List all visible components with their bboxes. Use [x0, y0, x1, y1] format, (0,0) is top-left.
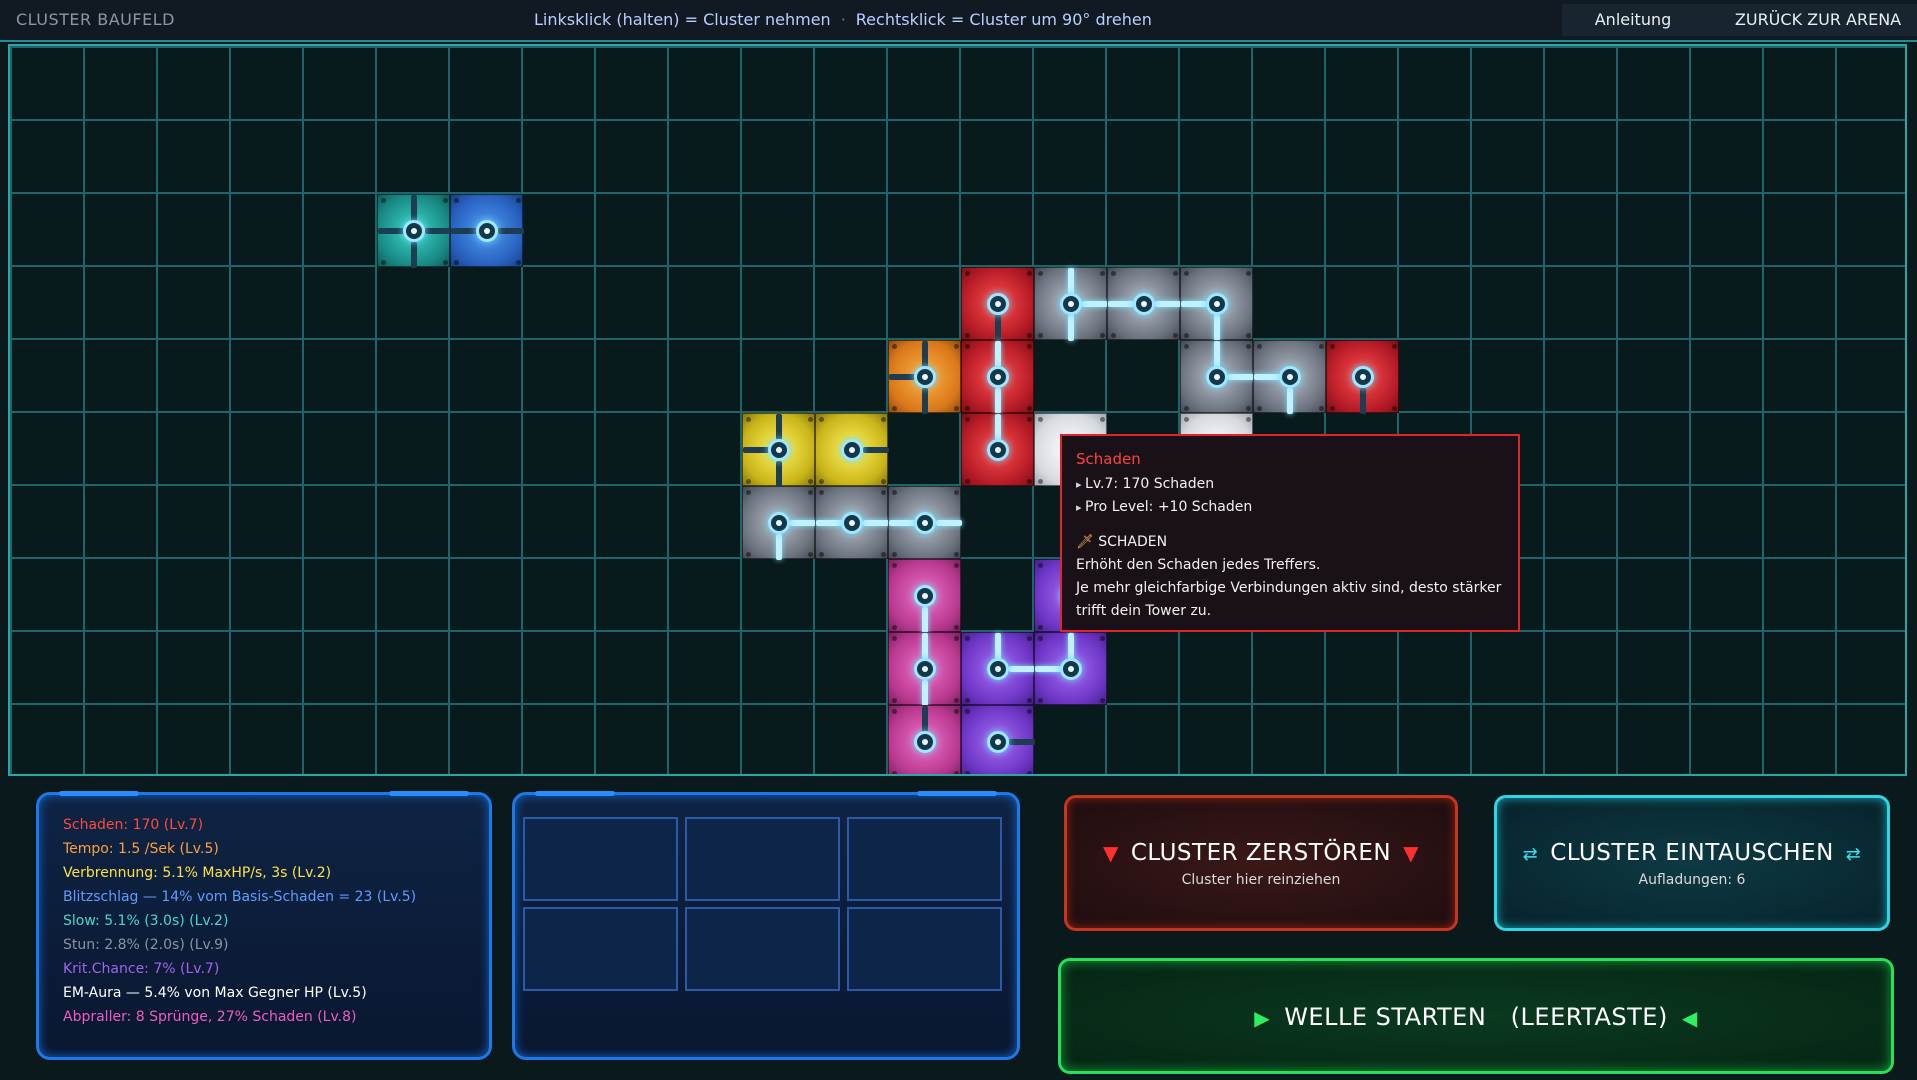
tower-stats-panel: Schaden: 170 (Lv.7) Tempo: 1.5 /Sek (Lv.…: [36, 791, 492, 1060]
socket-node-icon: [841, 439, 863, 461]
stat-crit: Krit.Chance: 7% (Lv.7): [63, 961, 220, 977]
start-key-hint: (LEERTASTE): [1510, 1003, 1668, 1031]
tooltip-desc-1: Erhöht den Schaden jedes Treffers.: [1076, 557, 1321, 573]
top-bar: CLUSTER BAUFELD Linksklick (halten) = Cl…: [0, 0, 1917, 42]
inventory-slot[interactable]: [847, 907, 1002, 991]
socket-node-icon: [1352, 366, 1374, 388]
stat-lightning: Blitzschlag — 14% vom Basis-Schaden = 23…: [63, 889, 417, 905]
socket-node-icon: [768, 512, 790, 534]
socket-node-icon: [987, 366, 1009, 388]
red-gem-tile[interactable]: [961, 413, 1034, 486]
tooltip-level-line: Lv.7: 170 Schaden: [1076, 473, 1504, 496]
stat-damage: Schaden: 170 (Lv.7): [63, 817, 204, 833]
cluster-inventory-panel: [512, 791, 1020, 1060]
socket-node-icon: [914, 658, 936, 680]
socket-node-icon: [914, 731, 936, 753]
guide-button[interactable]: Anleitung: [1562, 4, 1704, 36]
swap-label: CLUSTER EINTAUSCHEN: [1550, 840, 1834, 866]
stat-em-aura: EM-Aura — 5.4% von Max Gegner HP (Lv.5): [63, 985, 367, 1001]
swap-charges: Aufladungen: 6: [1638, 872, 1746, 888]
grey-gem-tile[interactable]: [1180, 267, 1253, 341]
tooltip-title: Schaden: [1076, 450, 1141, 468]
grey-gem-tile[interactable]: [1034, 267, 1108, 341]
socket-node-icon: [914, 512, 936, 534]
socket-node-icon: [841, 512, 863, 534]
grey-gem-tile[interactable]: [742, 486, 816, 560]
pink-gem-tile[interactable]: [888, 559, 961, 633]
tooltip-section: 🗡 SCHADEN: [1076, 531, 1504, 554]
hint-left-click: Linksklick (halten) = Cluster nehmen: [534, 10, 831, 29]
inventory-slot[interactable]: [523, 817, 678, 901]
grey-gem-tile[interactable]: [815, 486, 889, 559]
socket-node-icon: [1133, 293, 1155, 315]
stat-tooltip: Schaden Lv.7: 170 Schaden Pro Level: +10…: [1060, 434, 1520, 632]
red-gem-tile[interactable]: [961, 267, 1034, 341]
pink-gem-tile[interactable]: [888, 632, 961, 706]
triangle-down-icon: ▼: [1403, 841, 1420, 865]
socket-node-icon: [1206, 366, 1228, 388]
stat-bounce: Abpraller: 8 Sprünge, 27% Schaden (Lv.8): [63, 1009, 357, 1025]
stat-burn: Verbrennung: 5.1% MaxHP/s, 3s (Lv.2): [63, 865, 332, 881]
socket-node-icon: [476, 220, 498, 242]
yellow-gem-tile[interactable]: [742, 413, 815, 487]
purple-gem-tile[interactable]: [961, 632, 1035, 705]
play-left-icon: ◀: [1681, 1006, 1698, 1030]
socket-node-icon: [1279, 366, 1301, 388]
controls-hint: Linksklick (halten) = Cluster nehmen · Rec…: [534, 10, 1152, 29]
socket-node-icon: [768, 439, 790, 461]
red-gem-tile[interactable]: [1326, 340, 1399, 414]
grey-gem-tile[interactable]: [888, 486, 962, 559]
tooltip-per-level-line: Pro Level: +10 Schaden: [1076, 496, 1504, 519]
inventory-slot[interactable]: [847, 817, 1002, 901]
cluster-build-grid[interactable]: [8, 44, 1907, 776]
back-to-arena-button[interactable]: ZURÜCK ZUR ARENA: [1692, 4, 1917, 36]
teal-gem-tile[interactable]: [377, 194, 451, 268]
socket-node-icon: [987, 439, 1009, 461]
destroy-cluster-dropzone[interactable]: ▼ CLUSTER ZERSTÖREN ▼ Cluster hier reinzie…: [1064, 795, 1458, 931]
swap-icon: ⇄: [1845, 844, 1862, 865]
orange-gem-tile[interactable]: [888, 340, 961, 414]
stat-stun: Stun: 2.8% (2.0s) (Lv.9): [63, 937, 229, 953]
red-gem-tile[interactable]: [961, 340, 1034, 414]
socket-node-icon: [914, 366, 936, 388]
purple-gem-tile[interactable]: [1034, 632, 1107, 705]
socket-node-icon: [987, 658, 1009, 680]
tooltip-section-title: SCHADEN: [1098, 534, 1168, 550]
swap-cluster-button[interactable]: ⇄ CLUSTER EINTAUSCHEN ⇄ Aufladungen: 6: [1494, 795, 1890, 931]
socket-node-icon: [1060, 293, 1082, 315]
socket-node-icon: [1206, 293, 1228, 315]
socket-node-icon: [987, 293, 1009, 315]
destroy-sub: Cluster hier reinziehen: [1181, 872, 1341, 888]
start-wave-button[interactable]: ▶ WELLE STARTEN (LEERTASTE) ◀: [1058, 958, 1894, 1074]
screen-title: CLUSTER BAUFELD: [16, 10, 175, 29]
stat-speed: Tempo: 1.5 /Sek (Lv.5): [63, 841, 219, 857]
grey-gem-tile[interactable]: [1180, 340, 1254, 413]
grey-gem-tile[interactable]: [1107, 267, 1181, 340]
pink-gem-tile[interactable]: [888, 705, 961, 774]
triangle-down-icon: ▼: [1102, 841, 1119, 865]
sword-icon: 🗡: [1076, 534, 1094, 550]
play-right-icon: ▶: [1254, 1006, 1271, 1030]
start-label: WELLE STARTEN: [1284, 1003, 1487, 1031]
socket-node-icon: [1060, 658, 1082, 680]
destroy-label: CLUSTER ZERSTÖREN: [1130, 840, 1392, 866]
hint-right-click: Rechtsklick = Cluster um 90° drehen: [855, 10, 1152, 29]
purple-gem-tile[interactable]: [961, 705, 1035, 774]
inventory-slot[interactable]: [685, 817, 840, 901]
blue-gem-tile[interactable]: [450, 194, 524, 267]
stat-slow: Slow: 5.1% (3.0s) (Lv.2): [63, 913, 229, 929]
tooltip-desc-2: Je mehr gleichfarbige Verbindungen aktiv…: [1076, 580, 1502, 619]
socket-node-icon: [403, 220, 425, 242]
inventory-slot[interactable]: [685, 907, 840, 991]
grey-gem-tile[interactable]: [1253, 340, 1326, 414]
socket-node-icon: [914, 585, 936, 607]
socket-node-icon: [987, 731, 1009, 753]
inventory-slot[interactable]: [523, 907, 678, 991]
yellow-gem-tile[interactable]: [815, 413, 889, 486]
hint-separator: ·: [840, 10, 846, 29]
swap-icon: ⇄: [1522, 844, 1539, 865]
